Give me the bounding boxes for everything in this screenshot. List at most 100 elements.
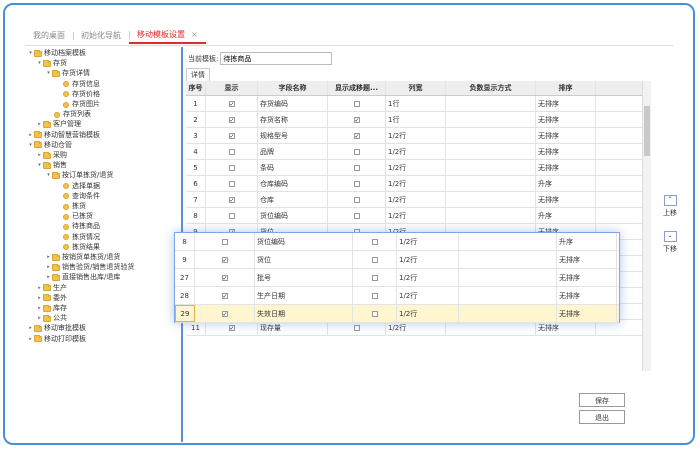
current-template-input[interactable] [220, 52, 333, 65]
cell-title[interactable] [328, 208, 386, 223]
expand-icon[interactable]: ▸ [27, 131, 34, 140]
checkbox[interactable] [353, 164, 360, 171]
expand-icon[interactable]: ▸ [36, 284, 43, 293]
table-row[interactable]: 8 货位编码 1/2行 升序 [186, 208, 642, 224]
checkbox[interactable] [371, 238, 378, 245]
save-button[interactable]: 保存 [579, 393, 625, 407]
table-row[interactable]: 9 ✓ 货位 1/2行 无排序 [175, 251, 619, 269]
checkbox[interactable] [353, 180, 360, 187]
tab-my-desktop[interactable]: 我的桌面 [25, 29, 73, 43]
tree-node[interactable]: ▸ 移动智慧营销模板 [27, 131, 100, 140]
cell-show[interactable] [206, 160, 258, 175]
tab-detail[interactable]: 详情 [186, 68, 210, 81]
cell-title[interactable] [328, 144, 386, 159]
checkbox[interactable]: ✓ [228, 132, 235, 139]
column-header[interactable]: 排序 [536, 81, 596, 95]
checkbox[interactable] [228, 164, 235, 171]
grid-scrollbar[interactable] [642, 81, 651, 371]
expand-icon[interactable]: ▸ [36, 314, 43, 323]
cell-title[interactable]: ✓ [328, 128, 386, 143]
tree-node[interactable]: ▸ 生产 [36, 284, 67, 293]
checkbox[interactable] [353, 324, 360, 331]
cell-title[interactable]: ✓ [328, 112, 386, 127]
column-header[interactable]: 序号 [186, 81, 206, 95]
cell-show[interactable]: ✓ [195, 305, 255, 322]
checkbox[interactable] [228, 212, 235, 219]
table-row[interactable]: 4 品牌 1/2行 无排序 [186, 144, 642, 160]
expand-icon[interactable]: ▸ [27, 335, 34, 344]
expand-icon[interactable]: ▸ [27, 324, 34, 333]
cell-show[interactable] [206, 176, 258, 191]
checkbox[interactable]: ✓ [353, 116, 360, 123]
collapse-icon[interactable]: ▾ [45, 171, 52, 180]
cell-title[interactable] [353, 269, 397, 286]
collapse-icon[interactable]: ▾ [36, 59, 43, 68]
exit-button[interactable]: 退出 [579, 410, 625, 424]
tree-node[interactable]: ▸ 库存 [36, 304, 67, 313]
cell-title[interactable] [353, 233, 397, 250]
tree-node[interactable]: 查询条件 [54, 192, 100, 201]
collapse-icon[interactable]: ▾ [27, 141, 34, 150]
cell-show[interactable]: ✓ [206, 96, 258, 111]
expand-icon[interactable]: ▸ [36, 151, 43, 160]
tree-node[interactable]: 拣货情况 [54, 233, 100, 242]
expand-icon[interactable]: ▸ [36, 304, 43, 313]
tree-node[interactable]: ▸ 公共 [36, 314, 67, 323]
tree-node[interactable]: ▸ 委外 [36, 294, 67, 303]
column-header[interactable]: 显示成移题... [328, 81, 386, 95]
table-row[interactable]: 8 货位编码 1/2行 升序 [175, 233, 619, 251]
cell-show[interactable]: ✓ [206, 112, 258, 127]
tree-node[interactable]: ▾ 存货 [36, 59, 67, 68]
tree-node[interactable]: ▸ 采购 [36, 151, 67, 160]
cell-show[interactable]: ✓ [195, 251, 255, 268]
collapse-icon[interactable]: ▾ [36, 161, 43, 170]
expand-icon[interactable]: ▸ [45, 253, 52, 262]
collapse-icon[interactable]: ▾ [45, 69, 52, 78]
checkbox[interactable] [228, 148, 235, 155]
checkbox[interactable]: ✓ [221, 274, 228, 281]
cell-show[interactable]: ✓ [206, 192, 258, 207]
cell-show[interactable] [195, 233, 255, 250]
table-row[interactable]: 3 ✓ 规格型号 ✓ 1/2行 无排序 [186, 128, 642, 144]
checkbox[interactable] [353, 196, 360, 203]
table-row[interactable]: 7 ✓ 仓库 1/2行 无排序 [186, 192, 642, 208]
tree-node[interactable]: 选择单据 [54, 182, 100, 191]
table-row[interactable]: 27 ✓ 批号 1/2行 无排序 [175, 269, 619, 287]
tree-node[interactable]: 拣货 [54, 202, 86, 211]
checkbox[interactable] [221, 238, 228, 245]
column-header[interactable]: 字段名称 [258, 81, 328, 95]
tab-init-nav[interactable]: 初始化导航 [73, 29, 129, 43]
collapse-icon[interactable]: ▾ [27, 49, 34, 58]
checkbox[interactable]: ✓ [221, 292, 228, 299]
tree-node[interactable]: 存货图片 [54, 100, 100, 109]
expand-icon[interactable]: ▸ [45, 263, 52, 272]
checkbox[interactable]: ✓ [221, 310, 228, 317]
move-down-button[interactable]: ⌄ 下移 [663, 231, 677, 254]
checkbox[interactable] [371, 310, 378, 317]
column-header[interactable]: 显示 [206, 81, 258, 95]
tree-node[interactable]: ▸ 直接销售出库/退库 [45, 273, 120, 282]
checkbox[interactable]: ✓ [353, 132, 360, 139]
move-up-button[interactable]: ⌃ 上移 [663, 195, 677, 218]
cell-title[interactable] [328, 176, 386, 191]
column-header[interactable]: 列宽 [386, 81, 446, 95]
checkbox[interactable] [371, 292, 378, 299]
checkbox[interactable] [371, 274, 378, 281]
cell-show[interactable]: ✓ [195, 287, 255, 304]
table-row[interactable]: 29 ✓ 失效日期 1/2行 无排序 [175, 305, 619, 323]
cell-title[interactable] [328, 160, 386, 175]
scrollbar-thumb[interactable] [644, 106, 650, 156]
cell-title[interactable] [353, 251, 397, 268]
table-row[interactable]: 6 仓库编码 1/2行 升序 [186, 176, 642, 192]
cell-title[interactable] [353, 287, 397, 304]
cell-title[interactable] [328, 192, 386, 207]
expand-icon[interactable]: ▸ [36, 120, 43, 129]
tree-node[interactable]: ▾ 移动档案模板 [27, 49, 86, 58]
table-row[interactable]: 2 ✓ 存货名称 ✓ 1行 无排序 [186, 112, 642, 128]
tree-node[interactable]: ▸ 移动打印模板 [27, 335, 86, 344]
checkbox[interactable]: ✓ [228, 116, 235, 123]
checkbox[interactable] [353, 100, 360, 107]
tab-mobile-template[interactable]: 移动模板设置 × [129, 28, 206, 44]
cell-title[interactable] [328, 96, 386, 111]
cell-show[interactable]: ✓ [195, 269, 255, 286]
